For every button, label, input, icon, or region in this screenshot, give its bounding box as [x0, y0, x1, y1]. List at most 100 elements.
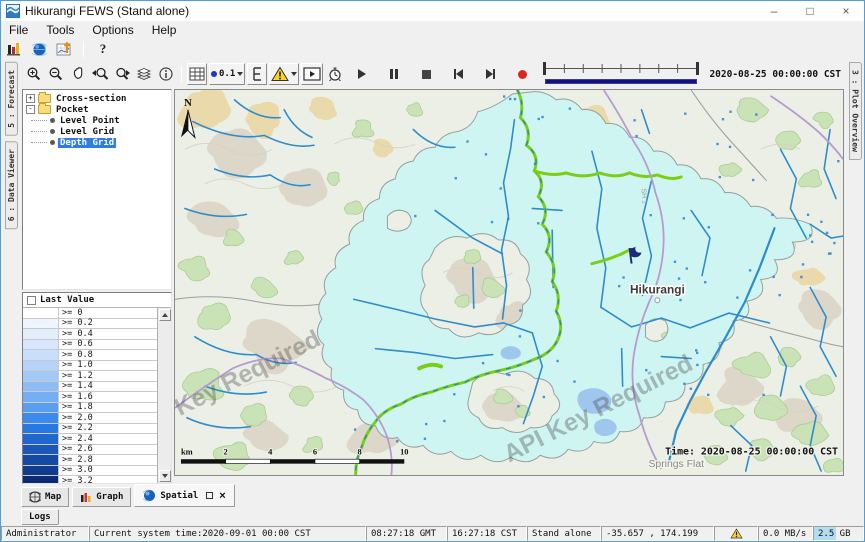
tab-forecast[interactable]: 5 : Forecast: [5, 62, 18, 136]
status-bar: Administrator Current system time:2020-0…: [1, 526, 864, 541]
layer-tree[interactable]: +Cross-section-PocketLevel PointLevel Gr…: [22, 89, 172, 290]
legend-row[interactable]: >= 1.2: [23, 371, 157, 382]
menu-item[interactable]: Options: [92, 23, 133, 37]
tab-map[interactable]: Map: [21, 487, 69, 507]
help-button[interactable]: ?: [94, 40, 112, 58]
legend-swatch: [23, 413, 59, 423]
legend-label: >= 2.0: [59, 413, 157, 423]
legend-row[interactable]: >= 2.6: [23, 445, 157, 456]
status-system-time: Current system time:2020-09-01 00:00 CST: [89, 526, 366, 541]
grid-display-button[interactable]: [187, 63, 207, 85]
menu-item[interactable]: File: [9, 23, 28, 37]
legend-row[interactable]: >= 0.4: [23, 329, 157, 340]
legend-label: >= 0.2: [59, 319, 157, 329]
database-icon[interactable]: [5, 40, 23, 58]
stop-button[interactable]: [416, 63, 436, 85]
legend-swatch: [23, 382, 59, 392]
close-button[interactable]: ×: [828, 1, 864, 21]
maximize-button[interactable]: □: [792, 1, 828, 21]
record-button[interactable]: [512, 63, 532, 85]
map-viewport[interactable]: Hikurangi Springs Flat SH 1 API Key Requ…: [174, 89, 844, 476]
last-value-checkbox[interactable]: [27, 296, 36, 305]
tree-item-cross-section[interactable]: +Cross-section: [25, 93, 169, 104]
scroll-up-icon[interactable]: [159, 309, 171, 321]
logs-button[interactable]: Logs: [21, 509, 59, 525]
warning-dropdown[interactable]: [269, 63, 299, 85]
town-label: Hikurangi: [630, 282, 685, 296]
info-icon[interactable]: [156, 63, 176, 85]
tab-data-viewer[interactable]: 6 : Data Viewer: [5, 141, 18, 229]
tab-graph[interactable]: Graph: [72, 487, 131, 507]
tab-plot-overview[interactable]: 3 : Plot Overview: [849, 62, 862, 160]
legend-row[interactable]: >= 0.2: [23, 319, 157, 330]
legend-swatch: [23, 445, 59, 455]
legend-row[interactable]: >= 1.0: [23, 361, 157, 372]
tree-item-label: Level Grid: [58, 127, 116, 137]
window-title: Hikurangi FEWS (Stand alone): [25, 4, 189, 18]
legend-swatch: [23, 392, 59, 402]
tree-item-pocket[interactable]: -Pocket: [25, 104, 169, 115]
time-slider[interactable]: [543, 61, 699, 87]
legend-list: >= 0>= 0.2>= 0.4>= 0.6>= 0.8>= 1.0>= 1.2…: [23, 308, 157, 483]
profile-button[interactable]: [247, 63, 267, 85]
legend-swatch: [23, 466, 59, 476]
zoom-next-icon[interactable]: [112, 63, 132, 85]
legend-row[interactable]: >= 2.2: [23, 424, 157, 435]
slider-start-handle[interactable]: [543, 62, 546, 75]
legend-row[interactable]: >= 3.0: [23, 466, 157, 477]
legend-label: >= 1.2: [59, 371, 157, 381]
menu-item[interactable]: Tools: [46, 23, 74, 37]
tab-restore-icon[interactable]: [206, 492, 213, 499]
legend-row[interactable]: >= 1.8: [23, 403, 157, 414]
map-canvas: Hikurangi Springs Flat SH 1 API Key Requ…: [175, 90, 843, 475]
legend-row[interactable]: >= 0: [23, 308, 157, 319]
legend-row[interactable]: >= 2.8: [23, 455, 157, 466]
pan-hand-icon[interactable]: [68, 63, 88, 85]
legend-scrollbar[interactable]: [157, 308, 171, 483]
tab-close-icon[interactable]: ×: [219, 490, 225, 502]
tree-expander-icon[interactable]: +: [26, 94, 35, 103]
minimize-button[interactable]: –: [756, 1, 792, 21]
legend-label: >= 1.0: [59, 361, 157, 371]
legend-label: >= 2.6: [59, 445, 157, 455]
zoom-in-icon[interactable]: [24, 63, 44, 85]
legend-label: >= 3.0: [59, 466, 157, 476]
legend-row[interactable]: >= 2.0: [23, 413, 157, 424]
zoom-previous-icon[interactable]: [90, 63, 110, 85]
skip-to-start-button[interactable]: [448, 63, 468, 85]
spatial-display-icon[interactable]: [55, 40, 73, 58]
legend-swatch: [23, 424, 59, 434]
title-bar: Hikurangi FEWS (Stand alone) – □ ×: [1, 1, 864, 21]
legend-row[interactable]: >= 2.4: [23, 434, 157, 445]
town-marker: [655, 298, 660, 303]
wire-globe-icon: [29, 491, 41, 503]
legend-row[interactable]: >= 1.6: [23, 392, 157, 403]
status-warning-cell[interactable]: [714, 526, 758, 541]
pause-button[interactable]: [384, 63, 404, 85]
interval-dropdown[interactable]: 0.1: [209, 63, 245, 85]
scroll-down-icon[interactable]: [159, 470, 171, 482]
legend-row[interactable]: >= 3.2: [23, 476, 157, 483]
timer-icon[interactable]: [325, 63, 345, 85]
interval-value: 0.1: [219, 69, 235, 79]
legend-row[interactable]: >= 1.4: [23, 382, 157, 393]
legend-row[interactable]: >= 0.8: [23, 350, 157, 361]
tab-spatial[interactable]: Spatial ×: [134, 484, 234, 507]
skip-to-end-button[interactable]: [480, 63, 500, 85]
legend-swatch: [23, 371, 59, 381]
animation-button[interactable]: [301, 63, 323, 85]
chevron-down-icon: [291, 72, 297, 76]
play-button[interactable]: [352, 63, 372, 85]
zoom-out-icon[interactable]: [46, 63, 66, 85]
tree-item-level-grid[interactable]: Level Grid: [25, 126, 169, 137]
slider-end-handle[interactable]: [696, 62, 699, 75]
legend-label: >= 3.2: [59, 476, 157, 483]
globe-icon[interactable]: [30, 40, 48, 58]
last-value-label: Last Value: [40, 295, 94, 305]
layers-icon[interactable]: [134, 63, 154, 85]
legend-row[interactable]: >= 0.6: [23, 340, 157, 351]
tree-item-level-point[interactable]: Level Point: [25, 115, 169, 126]
tree-item-depth-grid[interactable]: Depth Grid: [25, 137, 169, 148]
tree-expander-icon[interactable]: -: [26, 105, 35, 114]
menu-item[interactable]: Help: [152, 23, 177, 37]
